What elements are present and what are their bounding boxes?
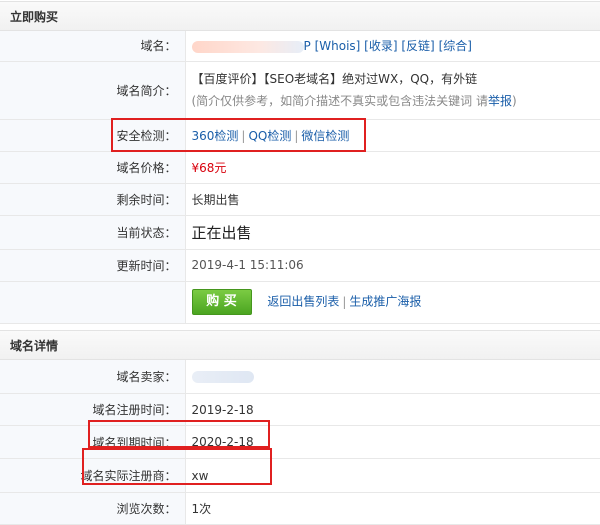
reg-time-label: 域名注册时间： (0, 394, 185, 426)
expire-time-label: 域名到期时间： (0, 426, 185, 459)
security-label: 安全检测： (0, 119, 185, 151)
domain-label: 域名： (0, 31, 185, 61)
updated-row: 更新时间： 2019-4-1 15:11:06 (0, 249, 600, 281)
generate-poster-link[interactable]: 生成推广海报 (349, 295, 421, 309)
index-link[interactable]: [收录] (364, 39, 397, 53)
updated-label: 更新时间： (0, 249, 185, 281)
remaining-value: 长期出售 (185, 183, 600, 215)
registrar-label: 域名实际注册商： (0, 459, 185, 493)
price-value: ¥68元 (185, 151, 600, 183)
check-qq-link[interactable]: QQ检测 (248, 129, 291, 143)
state-label: 当前状态： (0, 215, 185, 249)
backlink-link[interactable]: [反链] (401, 39, 434, 53)
actions-row: 购 买 返回出售列表|生成推广海报 (0, 281, 600, 323)
whois-link[interactable]: [Whois] (315, 39, 361, 53)
state-row: 当前状态： 正在出售 (0, 215, 600, 249)
reg-time-row: 域名注册时间： 2019-2-18 (0, 394, 600, 426)
status-value: 正在出售 (185, 215, 600, 249)
overall-link[interactable]: [综合] (439, 39, 472, 53)
views-row: 浏览次数： 1次 (0, 493, 600, 525)
intro-row: 域名简介： 【百度评价】【SEO老域名】绝对过WX，QQ，有外链 (简介仅供参考… (0, 61, 600, 119)
expire-time-value: 2020-2-18 (185, 426, 600, 459)
detail-info-table: 域名卖家： 域名注册时间： 2019-2-18 域名到期时间： 2020-2-1… (0, 360, 600, 525)
check-wechat-link[interactable]: 微信检测 (301, 129, 349, 143)
price-label: 域名价格： (0, 151, 185, 183)
seller-label: 域名卖家： (0, 360, 185, 394)
intro-note: (简介仅供参考，如简介描述不真实或包含违法关键词 请举报) (192, 90, 600, 112)
buy-info-table: 域名： P [Whois] [收录] [反链] [综合] 域名简介： 【百度评价… (0, 31, 600, 324)
remaining-label: 剩余时间： (0, 183, 185, 215)
domain-name-link[interactable]: P (304, 39, 311, 53)
reg-time-value: 2019-2-18 (185, 394, 600, 426)
expire-time-row: 域名到期时间： 2020-2-18 (0, 426, 600, 459)
buy-button[interactable]: 购 买 (192, 289, 252, 315)
registrar-row: 域名实际注册商： xw (0, 459, 600, 493)
registrar-value: xw (185, 459, 600, 493)
security-row: 安全检测： 360检测|QQ检测|微信检测 (0, 119, 600, 151)
seller-row: 域名卖家： (0, 360, 600, 394)
domain-sale-page: 立即购买 域名： P [Whois] [收录] [反链] [综合] 域名简介： … (0, 1, 600, 522)
remaining-row: 剩余时间： 长期出售 (0, 183, 600, 215)
seller-redacted (192, 371, 254, 383)
intro-label: 域名简介： (0, 61, 185, 119)
views-value: 1次 (185, 493, 600, 525)
back-to-list-link[interactable]: 返回出售列表 (267, 295, 339, 309)
intro-text: 【百度评价】【SEO老域名】绝对过WX，QQ，有外链 (192, 68, 600, 90)
updated-value: 2019-4-1 15:11:06 (185, 249, 600, 281)
price-row: 域名价格： ¥68元 (0, 151, 600, 183)
report-link[interactable]: 举报 (488, 94, 512, 108)
detail-section-header: 域名详情 (0, 330, 600, 360)
views-label: 浏览次数： (0, 493, 185, 525)
domain-name-redacted (192, 41, 304, 53)
buy-section-header: 立即购买 (0, 1, 600, 31)
check-360-link[interactable]: 360检测 (192, 129, 239, 143)
domain-row: 域名： P [Whois] [收录] [反链] [综合] (0, 31, 600, 61)
